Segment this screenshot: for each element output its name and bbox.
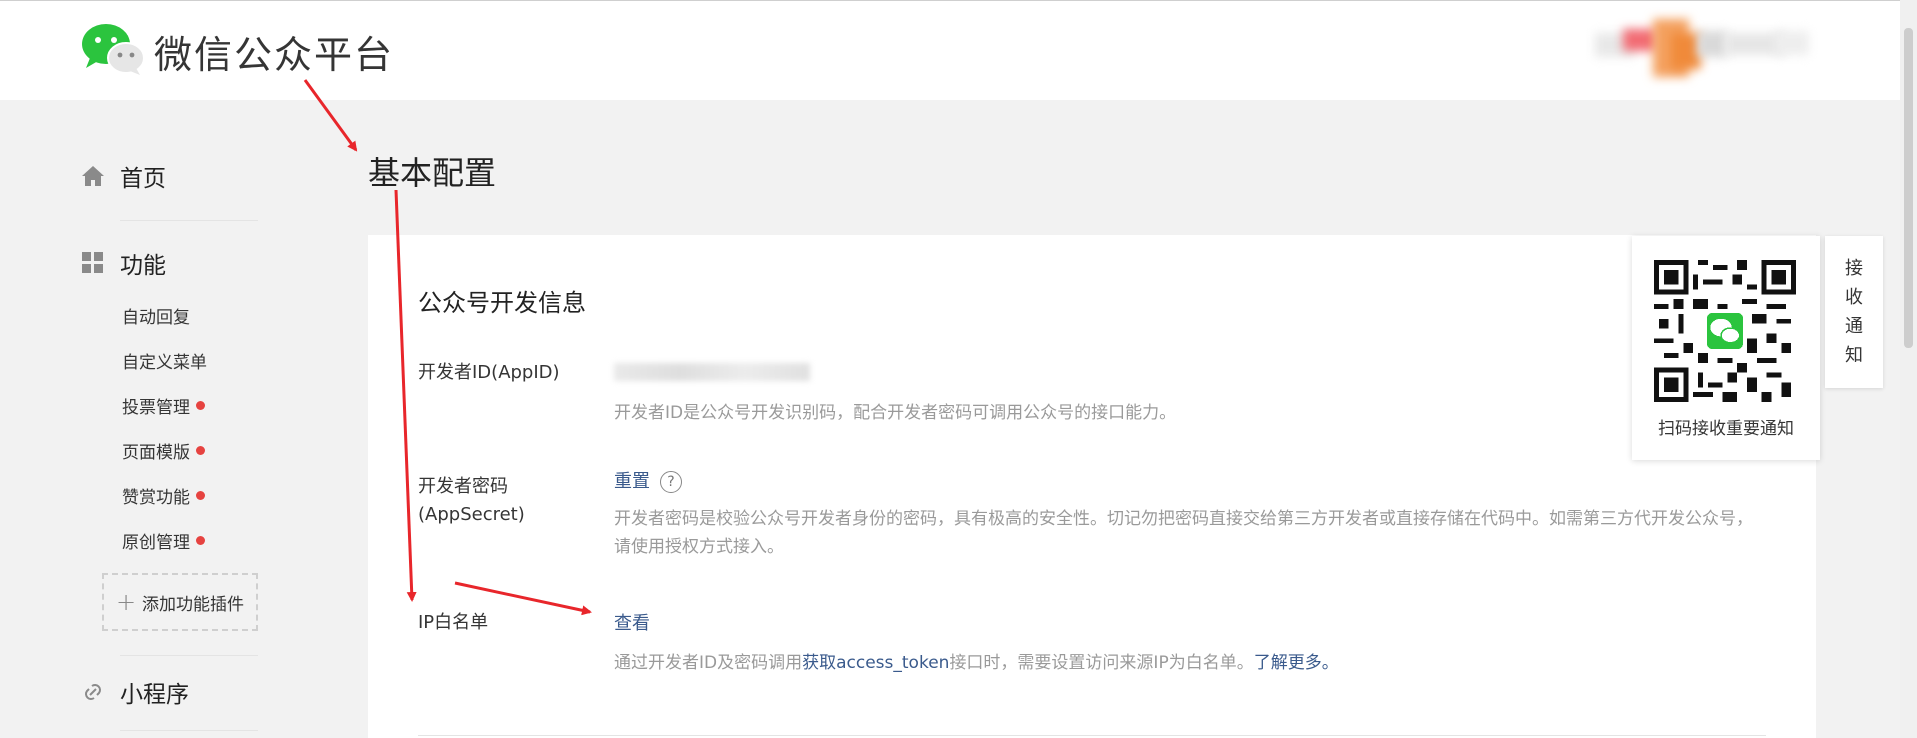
- appid-value-blurred: [614, 363, 810, 381]
- card-divider: [418, 735, 1766, 736]
- sidebar-item-label: 小程序: [120, 682, 189, 708]
- sidebar-subitem-label: 投票管理: [122, 398, 190, 418]
- help-icon[interactable]: ?: [660, 471, 682, 493]
- sidebar-item-label: 首页: [120, 166, 166, 192]
- secret-label-line1: 开发者密码: [418, 476, 508, 497]
- new-badge-dot: [196, 491, 205, 500]
- sidebar-subitem-reward[interactable]: 赞赏功能: [80, 473, 258, 518]
- ip-whitelist-description: 通过开发者ID及密码调用获取access_token接口时，需要设置访问来源IP…: [614, 649, 1759, 677]
- sidebar-subitem-auto-reply[interactable]: 自动回复: [80, 293, 258, 338]
- sidebar-subitem-vote[interactable]: 投票管理: [80, 383, 258, 428]
- sidebar-item-mini-program[interactable]: 小程序: [80, 666, 258, 718]
- page-title: 基本配置: [368, 154, 497, 192]
- ip-whitelist-label: IP白名单: [418, 612, 489, 633]
- sidebar-divider: [120, 730, 258, 731]
- scrollbar-thumb[interactable]: [1904, 28, 1913, 348]
- appid-description: 开发者ID是公众号开发识别码，配合开发者密码可调用公众号的接口能力。: [614, 403, 1177, 423]
- logo-text: 微信公众平台: [154, 32, 395, 77]
- add-plugin-label: 添加功能插件: [142, 594, 245, 615]
- sidebar-subitem-label: 原创管理: [122, 533, 190, 553]
- appid-label: 开发者ID(AppID): [418, 362, 560, 383]
- sidebar-item-home[interactable]: 首页: [80, 150, 258, 202]
- account-avatar-blurred[interactable]: [1585, 19, 1815, 79]
- new-badge-dot: [196, 446, 205, 455]
- home-icon: [80, 163, 106, 189]
- sidebar-item-label: 功能: [120, 253, 166, 279]
- new-badge-dot: [196, 536, 205, 545]
- ip-desc-prefix: 通过开发者ID及密码调用: [614, 653, 803, 673]
- dev-info-card: 公众号开发信息 开发者ID(AppID) 开发者ID是公众号开发识别码，配合开发…: [368, 235, 1816, 738]
- sidebar-subitem-page-template[interactable]: 页面模版: [80, 428, 258, 473]
- sidebar-subitem-label: 自定义菜单: [122, 353, 207, 373]
- secret-description: 开发者密码是校验公众号开发者身份的密码，具有极高的安全性。切记勿把密码直接交给第…: [614, 509, 1753, 557]
- sidebar-subitem-custom-menu[interactable]: 自定义菜单: [80, 338, 258, 383]
- secret-label-line2: (AppSecret): [418, 504, 525, 525]
- wechat-logo-icon: [80, 22, 146, 80]
- secret-label: 开发者密码 (AppSecret): [418, 473, 525, 529]
- access-token-link[interactable]: 获取access_token: [802, 653, 949, 673]
- qr-caption: 扫码接收重要通知: [1658, 419, 1794, 439]
- logo[interactable]: 微信公众平台: [80, 22, 395, 80]
- sidebar-subitem-label: 自动回复: [122, 308, 190, 328]
- sidebar-subitem-original[interactable]: 原创管理: [80, 518, 258, 563]
- ip-desc-middle: 接口时，需要设置访问来源IP为白名单。: [949, 653, 1254, 673]
- sidebar-item-features[interactable]: 功能: [80, 237, 258, 289]
- learn-more-link[interactable]: 了解更多。: [1254, 653, 1339, 673]
- receive-notice-tab[interactable]: 接收通知: [1825, 236, 1883, 388]
- secret-actions: 重置?: [614, 467, 682, 493]
- view-ip-whitelist-link[interactable]: 查看: [614, 609, 650, 635]
- grid-icon: [80, 250, 106, 276]
- sidebar-subitem-label: 赞赏功能: [122, 488, 190, 508]
- qr-notification-panel: 扫码接收重要通知: [1632, 236, 1820, 460]
- new-badge-dot: [196, 401, 205, 410]
- card-title: 公众号开发信息: [418, 289, 586, 317]
- top-bar: 微信公众平台: [0, 0, 1917, 100]
- scrollbar[interactable]: [1900, 0, 1917, 738]
- link-icon: [80, 679, 106, 705]
- add-plugin-button[interactable]: + 添加功能插件: [102, 573, 258, 631]
- sidebar: 首页 功能 自动回复 自定义菜单 投票管理 页面模版 赞赏功能 原创管理 + 添…: [80, 150, 258, 731]
- sidebar-subitem-label: 页面模版: [122, 443, 190, 463]
- plus-icon: +: [115, 588, 137, 616]
- reset-secret-link[interactable]: 重置: [614, 471, 650, 492]
